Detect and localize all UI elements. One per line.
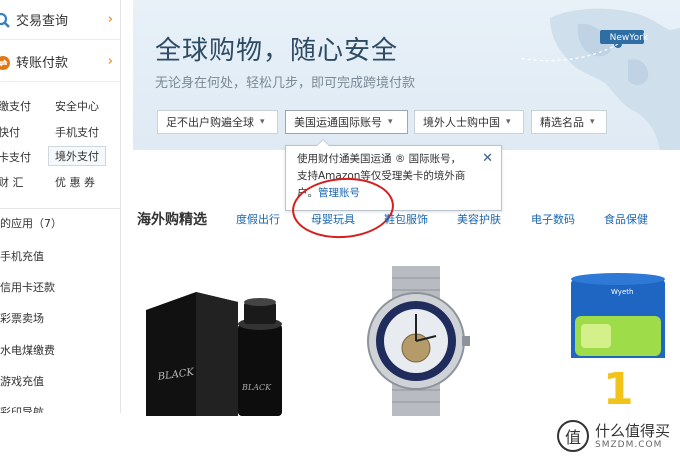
sidebar-item-label: 转账付款 [16, 56, 69, 71]
perfume-bottle-label: BLACK [241, 383, 272, 392]
app-item[interactable]: 彩票卖场 [0, 310, 44, 326]
app-item[interactable]: 彩印导航 [0, 404, 44, 413]
app-item[interactable]: 信用卡还款 [0, 279, 55, 295]
chevron-right-icon: › [107, 54, 113, 69]
sidebar-link-mobile-pay[interactable]: 手机支付 [55, 124, 99, 140]
sidebar: 交易查询 › 转账付款 › 缴支付 安全中心 快付 手机支付 卡支付 境外支付 … [0, 0, 121, 413]
chevron-down-icon: ▾ [260, 117, 265, 127]
category-electronics[interactable]: 电子数码 [531, 211, 575, 227]
close-icon[interactable]: ✕ [482, 150, 493, 167]
apps-header: 的应用（7） [0, 208, 120, 234]
tab-shop-global[interactable]: 足不出户购遍全球 ▾ [157, 110, 278, 134]
product-watch[interactable] [362, 266, 470, 416]
transfer-icon [0, 54, 10, 70]
sidebar-item-transfer[interactable]: 转账付款 › [0, 42, 120, 82]
stage-number: 1 [603, 364, 634, 415]
tab-label: 精选名品 [540, 116, 584, 129]
watch-image [367, 266, 470, 416]
app-item[interactable]: 游戏充值 [0, 373, 44, 389]
tab-label: 足不出户购遍全球 [166, 116, 254, 129]
sidebar-item-label: 交易查询 [16, 14, 69, 29]
milk-powder-image: Wyeth 1 [571, 273, 665, 416]
perfume-image: BLACK BLACK [146, 292, 282, 416]
chevron-down-icon: ▾ [590, 117, 595, 127]
watermark-domain: SMZDM.COM [595, 440, 663, 450]
tab-selected-brands[interactable]: 精选名品 ▾ [531, 110, 607, 134]
tab-label: 境外人士购中国 [423, 116, 500, 129]
chevron-down-icon: ▾ [388, 117, 393, 127]
watermark-text: 什么值得买 [595, 422, 671, 440]
category-travel[interactable]: 度假出行 [236, 211, 280, 227]
category-beauty[interactable]: 美容护肤 [457, 211, 501, 227]
milk-powder-brand: Wyeth [611, 288, 633, 296]
app-item[interactable]: 手机充值 [0, 248, 44, 264]
sidebar-link[interactable]: 卡支付 [0, 149, 31, 165]
sidebar-link-security[interactable]: 安全中心 [55, 98, 99, 114]
page-title: 全球购物，随心安全 [155, 36, 399, 66]
tab-amex-account[interactable]: 美国运通国际账号 ▾ [285, 110, 408, 134]
category-baby-toys[interactable]: 母婴玩具 [311, 211, 355, 227]
app-item[interactable]: 水电煤缴费 [0, 342, 55, 358]
watermark-logo: 值 [557, 420, 589, 452]
city-label: NewYork [609, 33, 648, 43]
tab-foreigners-china[interactable]: 境外人士购中国 ▾ [414, 110, 524, 134]
category-health-food[interactable]: 食品保健 [604, 211, 648, 227]
search-icon [0, 12, 10, 28]
tab-label: 美国运通国际账号 [294, 116, 382, 129]
sidebar-link[interactable]: 快付 [0, 124, 20, 140]
section-title: 海外购精选 [137, 212, 207, 228]
tooltip-line: 使用财付通美国运通 ® 国际账号， [297, 153, 462, 165]
product-perfume[interactable]: BLACK BLACK [146, 292, 292, 416]
sidebar-link-overseas-pay[interactable]: 境外支付 [48, 146, 106, 166]
chevron-down-icon: ▾ [506, 117, 511, 127]
sidebar-link[interactable]: 财 汇 [0, 174, 24, 190]
chevron-right-icon: › [107, 12, 113, 27]
category-bags-clothing[interactable]: 鞋包服饰 [384, 211, 428, 227]
product-milk-powder[interactable]: Wyeth 1 [571, 272, 665, 416]
sidebar-link[interactable]: 缴支付 [0, 98, 31, 114]
sidebar-item-transactions[interactable]: 交易查询 › [0, 0, 120, 40]
watermark: 值 什么值得买 SMZDM.COM [557, 420, 670, 452]
sidebar-link-coupons[interactable]: 优 惠 券 [55, 174, 95, 190]
page-subtitle: 无论身在何处，轻松几步，即可完成跨境付款 [155, 76, 416, 91]
